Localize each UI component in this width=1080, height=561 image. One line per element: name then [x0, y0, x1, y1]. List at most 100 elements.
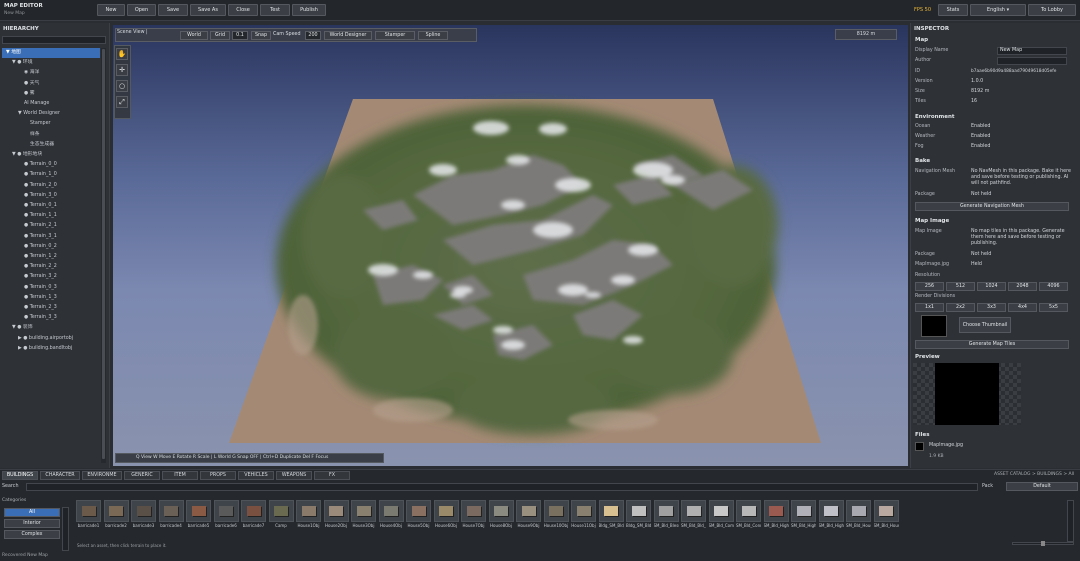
hierarchy-item[interactable]: 生态生成器 [2, 140, 100, 150]
asset-tile[interactable]: SM_Bld_HighRise_Lg [791, 500, 816, 532]
ocean-value[interactable]: Enabled [971, 124, 1071, 130]
resolution-option[interactable]: 512 [946, 282, 975, 291]
hierarchy-item[interactable]: ● Terrain_1_1 [2, 211, 100, 221]
resolution-option[interactable]: 4096 [1039, 282, 1068, 291]
hierarchy-item[interactable]: ● Terrain_1_2 [2, 252, 100, 262]
new-button[interactable]: New [97, 4, 125, 16]
hierarchy-item[interactable]: ▶ ● building.bandltobj [2, 344, 100, 354]
hierarchy-item[interactable]: ◉ 海洋 [2, 68, 100, 78]
hierarchy-item[interactable]: 样条 [2, 130, 100, 140]
grid-value-input[interactable]: 0.1 [232, 31, 248, 40]
stats-button[interactable]: Stats [938, 4, 968, 16]
save-as-button[interactable]: Save As [190, 4, 226, 16]
asset-tile[interactable]: SM_Bld_Housing_Sm [873, 500, 899, 532]
asset-tile[interactable]: House1Obj [296, 500, 321, 532]
file-name[interactable]: MapImage.jpg [929, 443, 963, 448]
asset-tile[interactable]: House3Obj [351, 500, 376, 532]
hierarchy-item[interactable]: ● 天气 [2, 79, 100, 89]
asset-tile[interactable]: Bldg_SM_Bld_Afric [598, 500, 624, 532]
category-complex[interactable]: Complex [4, 530, 60, 539]
choose-thumbnail-button[interactable]: Choose Thumbnail [959, 317, 1011, 333]
asset-tile[interactable]: barricade1 [76, 500, 101, 532]
move-tool-icon[interactable]: ✛ [116, 64, 128, 76]
asset-tile[interactable]: House8Obj [488, 500, 514, 532]
author-input[interactable] [997, 57, 1067, 65]
tab-props[interactable]: PROPS [200, 471, 236, 480]
hierarchy-item[interactable]: ▼ ● 环境 [2, 58, 100, 68]
division-option[interactable]: 2x2 [946, 303, 975, 312]
category-interior[interactable]: Interior [4, 519, 60, 528]
asset-tile[interactable]: House4Obj [378, 500, 404, 532]
hierarchy-search-input[interactable] [2, 36, 106, 44]
hierarchy-item[interactable]: ● Terrain_3_3 [2, 313, 100, 323]
hierarchy-item[interactable]: ● 雾 [2, 89, 100, 99]
asset-tile[interactable]: barricade6 [213, 500, 239, 532]
asset-tile[interactable]: SM_Bld_HighRise_Lar [763, 500, 789, 532]
close-button[interactable]: Close [228, 4, 258, 16]
hierarchy-item[interactable]: ● Terrain_0_1 [2, 201, 100, 211]
asset-tile[interactable]: barricade4 [158, 500, 184, 532]
tab-vehicles[interactable]: VEHICLES [238, 471, 274, 480]
division-option[interactable]: 3x3 [977, 303, 1006, 312]
tab-item[interactable]: ITEM [162, 471, 198, 480]
asset-tile[interactable]: Camp [268, 500, 294, 532]
hierarchy-item[interactable]: ● Terrain_3_1 [2, 232, 100, 242]
hierarchy-item[interactable]: ▶ ● building.airportobj [2, 334, 100, 344]
resolution-option[interactable]: 1024 [977, 282, 1006, 291]
asset-tile[interactable]: House9Obj [516, 500, 541, 532]
snap-button[interactable]: Snap [251, 31, 271, 40]
asset-tile[interactable]: House5Obj [406, 500, 431, 532]
asset-tile[interactable]: House6Obj [433, 500, 459, 532]
asset-tile[interactable]: SM_Bld_Housing [846, 500, 871, 532]
asset-tile[interactable]: House7Obj [461, 500, 486, 532]
rotate-tool-icon[interactable]: ○ [116, 80, 128, 92]
division-option[interactable]: 1x1 [915, 303, 944, 312]
hierarchy-item[interactable]: ● Terrain_1_3 [2, 293, 100, 303]
hierarchy-item[interactable]: ● Terrain_0_0 [2, 160, 100, 170]
division-option[interactable]: 4x4 [1008, 303, 1037, 312]
division-option[interactable]: 5x5 [1039, 303, 1068, 312]
asset-scrollbar[interactable] [1067, 500, 1074, 542]
asset-tile[interactable]: barricade5 [186, 500, 211, 532]
tab-generic[interactable]: GENERIC [124, 471, 160, 480]
asset-tile[interactable]: SM_Bld_Connect [736, 500, 761, 532]
fog-value[interactable]: Enabled [971, 144, 1071, 150]
hierarchy-item[interactable]: Stamper [2, 119, 100, 129]
asset-tile[interactable]: SM_Bld_Bld_Conn [681, 500, 706, 532]
hierarchy-item[interactable]: ● Terrain_2_2 [2, 262, 100, 272]
asset-search-input[interactable] [26, 483, 978, 491]
hierarchy-item[interactable]: ● Terrain_3_0 [2, 191, 100, 201]
generate-map-tiles-button[interactable]: Generate Map Tiles [915, 340, 1069, 349]
test-button[interactable]: Test [260, 4, 290, 16]
hierarchy-item[interactable]: ● Terrain_0_3 [2, 283, 100, 293]
publish-button[interactable]: Publish [292, 4, 326, 16]
hierarchy-item[interactable]: ▼ ● 装饰 [2, 323, 100, 333]
tab-character[interactable]: CHARACTER [40, 471, 80, 480]
asset-tile[interactable]: House2Obj [323, 500, 349, 532]
hierarchy-item[interactable]: ● Terrain_0_2 [2, 242, 100, 252]
spline-button[interactable]: Spline [418, 31, 448, 40]
tab-environme[interactable]: ENVIRONME [82, 471, 122, 480]
hierarchy-item[interactable]: ▼ 地图 [2, 48, 100, 58]
asset-tile[interactable]: Bldg_SM_Bld_Awning [626, 500, 651, 532]
hand-tool-icon[interactable]: ✋ [116, 48, 128, 60]
asset-tile[interactable]: House10Obj [543, 500, 569, 532]
hierarchy-item[interactable]: ▼ ● 地形地块 [2, 150, 100, 160]
asset-tile[interactable]: barricade3 [131, 500, 156, 532]
hierarchy-scrollbar[interactable] [101, 48, 106, 463]
hierarchy-item[interactable]: ● Terrain_2_0 [2, 181, 100, 191]
generate-navmesh-button[interactable]: Generate Navigation Mesh [915, 202, 1069, 211]
tab-buildings[interactable]: BUILDINGS [2, 471, 38, 480]
asset-tile[interactable]: House11Obj [571, 500, 596, 532]
pack-dropdown[interactable]: Default [1006, 482, 1078, 491]
asset-tile[interactable]: barricade2 [103, 500, 129, 532]
asset-tile[interactable]: SM_Bld_Comp [708, 500, 734, 532]
hierarchy-item[interactable]: ▼ World Designer [2, 109, 100, 119]
stamper-button[interactable]: Stamper [375, 31, 415, 40]
tab-fx[interactable]: FX [314, 471, 350, 480]
category-scrollbar[interactable] [62, 507, 69, 551]
resolution-option[interactable]: 2048 [1008, 282, 1037, 291]
cam-speed-input[interactable]: 200 [305, 31, 321, 40]
scale-tool-icon[interactable]: ⤢ [116, 96, 128, 108]
open-button[interactable]: Open [127, 4, 156, 16]
